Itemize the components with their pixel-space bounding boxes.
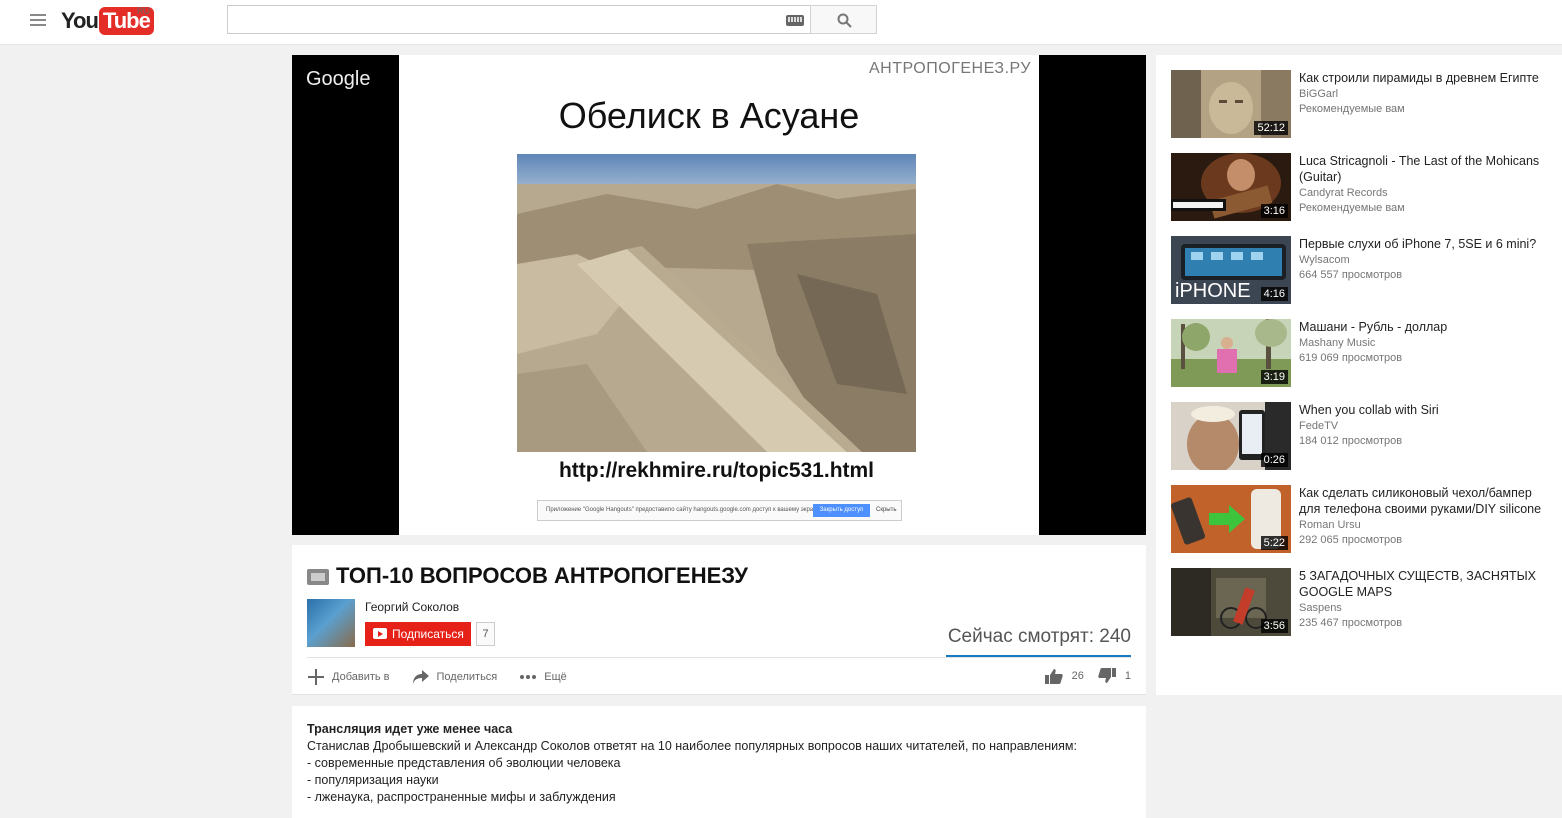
youtube-play-icon [373,628,387,639]
dislike-button[interactable]: 1 [1098,668,1131,684]
video-title-link[interactable]: Машани - Рубль - доллар [1299,319,1554,335]
notification-text: Приложение "Google Hangouts" предоставил… [546,507,821,513]
thumbnail-caption: iPHONE [1175,280,1251,302]
description-line: Трансляция идет уже менее часа [307,722,513,736]
divider [307,657,1131,658]
video-meta: 619 069 просмотров [1299,352,1403,364]
subscribe-button[interactable]: Подписаться [365,622,471,646]
video-meta: 292 065 просмотров [1299,534,1403,546]
search-input[interactable] [228,6,768,33]
video-meta: Рекомендуемые вам [1299,103,1405,115]
video-thumbnail[interactable]: 0:26 [1171,402,1291,470]
channel-avatar[interactable] [307,599,355,647]
video-duration: 3:56 [1260,619,1288,633]
description-line: - популяризация науки [307,773,439,787]
stop-sharing-button[interactable]: Закрыть доступ [813,504,870,517]
video-info-card: ТОП-10 ВОПРОСОВ АНТРОПОГЕНЕЗУ Георгий Со… [292,545,1146,695]
video-thumbnail[interactable]: 3:56 [1171,568,1291,636]
recommended-video[interactable]: 5:22 Как сделать силиконовый чехол/бампе… [1171,485,1551,555]
slide-brand: АНТРОПОГЕНЕЗ.РУ [868,60,1031,77]
google-watermark: Google [306,68,371,90]
video-thumbnail[interactable]: iPHONE 4:16 [1171,236,1291,304]
hide-notification-link[interactable]: Скрыть [876,507,896,513]
thumbs-down-icon [1098,668,1116,683]
video-title-link[interactable]: When you collab with Siri [1299,402,1554,418]
video-title: ТОП-10 ВОПРОСОВ АНТРОПОГЕНЕЗУ [336,563,748,588]
channel-name: Mashany Music [1299,337,1376,349]
description-line: - современные представления об эволюции … [307,756,621,770]
video-duration: 0:26 [1260,453,1288,467]
video-thumbnail[interactable]: 3:16 [1171,153,1291,221]
add-to-label: Добавить в [332,671,390,683]
region-label: RU [137,6,150,16]
guide-menu-button[interactable] [30,14,46,28]
recommended-video[interactable]: 3:19 Машани - Рубль - доллар Mashany Mus… [1171,319,1551,389]
search-button[interactable] [810,5,877,34]
masthead: You Tube RU [0,0,1562,45]
video-title-link[interactable]: Luca Stricagnoli - The Last of the Mohic… [1299,153,1554,185]
slide-url: http://rekhmire.ru/topic531.html [558,459,875,482]
video-meta: Рекомендуемые вам [1299,202,1405,214]
channel-name-link[interactable]: Георгий Соколов [365,600,459,614]
search-icon [837,13,852,28]
more-dots-icon [520,675,537,679]
video-thumbnail[interactable]: 3:19 [1171,319,1291,387]
recommended-video[interactable]: 52:12 Как строили пирамиды в древнем Еги… [1171,70,1551,140]
recommended-video[interactable]: iPHONE 4:16 Первые слухи об iPhone 7, 5S… [1171,236,1551,306]
dislike-count: 1 [1124,670,1131,682]
description-line: - лженаука, распространенные мифы и забл… [307,790,616,804]
video-title-link[interactable]: Как строили пирамиды в древнем Египте [1299,70,1554,86]
presentation-slide: АНТРОПОГЕНЕЗ.РУ Обелиск в Асуане http://… [399,55,1039,535]
share-button[interactable]: Поделиться [412,669,498,685]
screen-share-notification: Приложение "Google Hangouts" предоставил… [537,500,902,521]
like-button[interactable]: 26 [1044,668,1084,684]
like-count: 26 [1071,670,1084,682]
slide-title: Обелиск в Асуане [558,95,860,136]
like-dislike-group: 26 1 [1031,668,1131,684]
add-to-button[interactable]: Добавить в [307,668,390,686]
video-meta: 184 012 просмотров [1299,435,1403,447]
video-title-link[interactable]: Первые слухи об iPhone 7, 5SE и 6 mini? [1299,236,1554,252]
recommendations-sidebar: 52:12 Как строили пирамиды в древнем Еги… [1156,55,1562,695]
more-actions-button[interactable]: Ещё [519,671,567,683]
action-buttons: Добавить в Поделиться Ещё [307,668,589,686]
subscriber-count: 7 [476,622,495,646]
description-card: Трансляция идет уже менее часа Станислав… [292,706,1146,818]
share-icon [412,670,429,684]
live-viewers-count: Сейчас смотрят: 240 [947,626,1131,647]
channel-name: FedeTV [1299,420,1339,432]
thumbs-up-icon [1044,669,1063,684]
subscribe-label: Подписаться [392,627,464,641]
share-label: Поделиться [436,671,498,683]
video-player[interactable]: Google АНТРОПОГЕНЕЗ.РУ Обелиск в Асуане [292,55,1146,535]
obelisk-photo [517,154,916,452]
logo-you-text: You [61,8,99,33]
plus-icon [308,669,324,685]
keyboard-icon[interactable] [786,15,804,26]
recommended-video[interactable]: 3:16 Luca Stricagnoli - The Last of the … [1171,153,1551,223]
video-meta: 664 557 просмотров [1299,269,1403,281]
hamburger-icon [30,14,46,16]
video-meta: 235 467 просмотров [1299,617,1403,629]
video-thumbnail[interactable]: 5:22 [1171,485,1291,553]
video-duration: 3:16 [1260,204,1288,218]
more-label: Ещё [544,671,567,683]
channel-name: Wylsacom [1299,254,1350,266]
video-duration: 4:16 [1260,287,1288,301]
description-line: Станислав Дробышевский и Александр Сокол… [307,739,1077,753]
recommended-video[interactable]: 0:26 When you collab with Siri FedeTV 18… [1171,402,1551,472]
video-duration: 52:12 [1254,121,1288,135]
channel-name: Saspens [1299,602,1342,614]
video-title-link[interactable]: 5 ЗАГАДОЧНЫХ СУЩЕСТВ, ЗАСНЯТЫХ GOOGLE MA… [1299,568,1554,600]
search-box [227,5,811,34]
channel-name: Candyrat Records [1299,187,1388,199]
video-title-link[interactable]: Как сделать силиконовый чехол/бампер для… [1299,485,1554,517]
recommended-video[interactable]: 3:56 5 ЗАГАДОЧНЫХ СУЩЕСТВ, ЗАСНЯТЫХ GOOG… [1171,568,1551,638]
video-thumbnail[interactable]: 52:12 [1171,70,1291,138]
channel-name: BiGGarl [1299,88,1339,100]
live-stream-icon [307,569,329,585]
video-duration: 5:22 [1260,536,1288,550]
channel-name: Roman Ursu [1299,519,1361,531]
video-duration: 3:19 [1260,370,1288,384]
